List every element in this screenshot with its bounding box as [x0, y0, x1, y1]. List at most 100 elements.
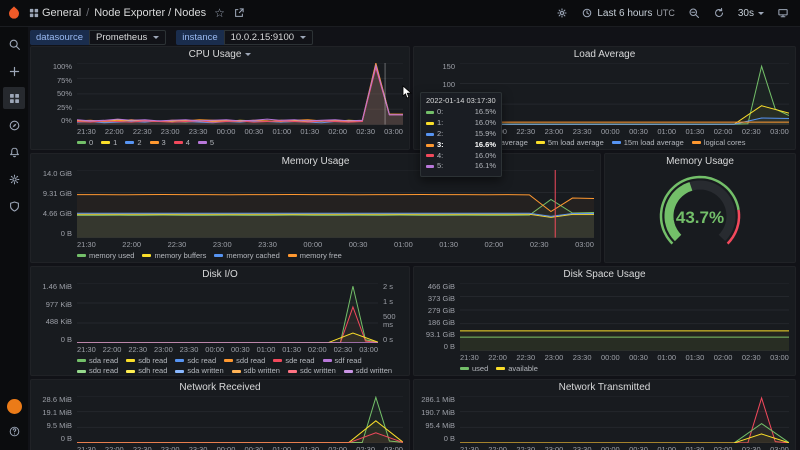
panel-header[interactable]: Memory Usage [605, 154, 795, 169]
panel-title: Network Transmitted [558, 382, 651, 393]
sidebar-item-help[interactable] [3, 420, 25, 442]
refresh-button[interactable] [708, 4, 730, 22]
panel-disk-space-usage: Disk Space Usage 466 GiB 373 GiB 279 GiB 18… [413, 266, 796, 376]
legend-item[interactable]: 4 [173, 138, 190, 147]
legend-item[interactable]: sde read [273, 356, 315, 365]
sidebar-item-explore[interactable] [3, 114, 25, 136]
legend-item[interactable]: sdf read [322, 356, 362, 365]
sidebar-item-alerting[interactable] [3, 141, 25, 163]
panel-header[interactable]: Load Average [414, 47, 795, 62]
x-axis-labels: 21:3022:0022:3023:0023:3000:0000:3001:00… [77, 345, 378, 354]
instance-dropdown[interactable]: 10.0.2.15:9100 [223, 30, 314, 45]
legend-item[interactable]: logical cores [691, 138, 745, 147]
legend-item[interactable]: sdd written [343, 366, 392, 373]
cpu-usage-chart[interactable] [77, 63, 403, 125]
legend-item[interactable]: sdg read [77, 366, 118, 373]
sidebar-item-create[interactable] [3, 60, 25, 82]
refresh-interval-dropdown[interactable]: 30s [733, 5, 769, 22]
legend-item[interactable]: memory cached [214, 251, 280, 260]
mouse-cursor [402, 85, 413, 104]
y-axis-right-labels: 2 s1 s 500 ms 0 s [383, 282, 396, 344]
star-icon[interactable]: ☆ [214, 7, 225, 19]
load-average-chart[interactable] [460, 63, 789, 125]
legend-item[interactable]: 2 [125, 138, 142, 147]
legend-item[interactable]: sda written [175, 366, 224, 373]
refresh-interval-label: 30s [737, 7, 754, 19]
clock-icon [581, 7, 593, 19]
tooltip-row: 4: 16.0% [426, 151, 496, 162]
disk-io-chart[interactable] [77, 283, 378, 343]
panel-header[interactable]: CPU Usage [31, 47, 409, 62]
panel-header[interactable]: Memory Usage [31, 154, 600, 169]
sidebar-item-server-admin[interactable] [3, 195, 25, 217]
panel-header[interactable]: Network Transmitted [414, 380, 795, 395]
grafana-logo[interactable] [0, 0, 28, 27]
panel-title: Memory Usage [281, 156, 350, 167]
legend-item[interactable]: 5m load average [535, 138, 604, 147]
x-axis-labels: 21:3022:0022:3023:0023:3000:0000:3001:00… [460, 352, 789, 362]
sidebar-item-dashboards[interactable] [3, 87, 25, 109]
legend-item[interactable]: sdb written [231, 366, 280, 373]
y-axis-labels: 28.6 MiB 19.1 MiB 9.5 MiB 0 B [42, 395, 72, 444]
sidebar-item-search[interactable] [3, 33, 25, 55]
network-received-chart[interactable] [77, 396, 403, 443]
panel-header[interactable]: Disk Space Usage [414, 267, 795, 282]
memory-usage-chart[interactable] [77, 170, 594, 238]
panel-header[interactable]: Disk I/O [31, 267, 409, 282]
panel-title: Network Received [179, 382, 261, 393]
timezone-label: UTC [656, 8, 675, 18]
panel-network-received: Network Received 28.6 MiB 19.1 MiB 9.5 MiB… [30, 379, 410, 450]
breadcrumb-dashboard[interactable]: Node Exporter / Nodes [94, 7, 206, 19]
share-icon[interactable] [233, 7, 245, 19]
zoom-out-button[interactable] [683, 4, 705, 22]
gear-icon [8, 173, 21, 186]
dashboard-settings-button[interactable] [551, 4, 573, 22]
legend-item[interactable]: sdc written [287, 366, 336, 373]
search-icon [8, 38, 21, 51]
network-transmitted-chart[interactable] [460, 396, 789, 443]
bell-icon [8, 146, 21, 159]
time-range-picker[interactable]: Last 6 hours UTC [576, 4, 680, 22]
user-avatar[interactable] [6, 399, 22, 414]
breadcrumb-separator: / [86, 7, 90, 19]
variable-datasource: datasource Prometheus [30, 30, 167, 45]
time-range-label: Last 6 hours [597, 7, 653, 19]
variable-label: datasource [30, 30, 90, 45]
legend-item[interactable]: memory used [77, 251, 134, 260]
legend-item[interactable]: 5 [197, 138, 214, 147]
legend-item[interactable]: sdd read [224, 356, 265, 365]
legend-item[interactable]: memory free [287, 251, 342, 260]
legend-item[interactable]: available [496, 364, 538, 373]
compass-icon [8, 119, 21, 132]
panel-title: CPU Usage [188, 49, 242, 60]
apps-grid-icon [28, 7, 40, 19]
tooltip-row: 5: 16.1% [426, 161, 496, 172]
legend-item[interactable]: sdb read [126, 356, 167, 365]
panel-memory-usage-gauge: Memory Usage 43.7% [604, 153, 796, 263]
top-nav: General / Node Exporter / Nodes ☆ Last 6… [0, 0, 800, 27]
refresh-icon [713, 7, 725, 19]
legend-item[interactable]: 3 [149, 138, 166, 147]
instance-value: 10.0.2.15:9100 [230, 32, 295, 43]
legend-item[interactable]: 15m load average [611, 138, 684, 147]
legend-item[interactable]: sda read [77, 356, 118, 365]
legend-item[interactable]: used [460, 364, 488, 373]
chart-tooltip: 2022-01-14 03:17:30 0: 16.5% 1: 16.0% 2: 15.9… [420, 92, 502, 178]
variable-label: instance [176, 30, 224, 45]
legend-item[interactable]: sdh read [126, 366, 167, 373]
breadcrumb-folder[interactable]: General [42, 7, 81, 19]
legend-item[interactable]: memory buffers [142, 251, 206, 260]
legend-item[interactable]: 1 [101, 138, 117, 147]
panel-cpu-usage: CPU Usage 100% 75% 50% 25% 0% 21:30 22:00 22:3… [30, 46, 410, 150]
legend-item[interactable]: 0 [77, 138, 93, 147]
datasource-value: Prometheus [96, 32, 148, 43]
kiosk-mode-button[interactable] [772, 4, 794, 22]
panel-header[interactable]: Network Received [31, 380, 409, 395]
x-axis-labels: 21:3022:0022:3023:0023:3000:0000:3001:00… [77, 126, 403, 136]
plus-icon [8, 65, 21, 78]
disk-space-chart[interactable] [460, 283, 789, 351]
sidebar-item-configuration[interactable] [3, 168, 25, 190]
datasource-dropdown[interactable]: Prometheus [89, 30, 167, 45]
y-axis-labels: 466 GiB 373 GiB 279 GiB 186 GiB 93.1 GiB 0 B [425, 282, 455, 352]
legend-item[interactable]: sdc read [175, 356, 216, 365]
